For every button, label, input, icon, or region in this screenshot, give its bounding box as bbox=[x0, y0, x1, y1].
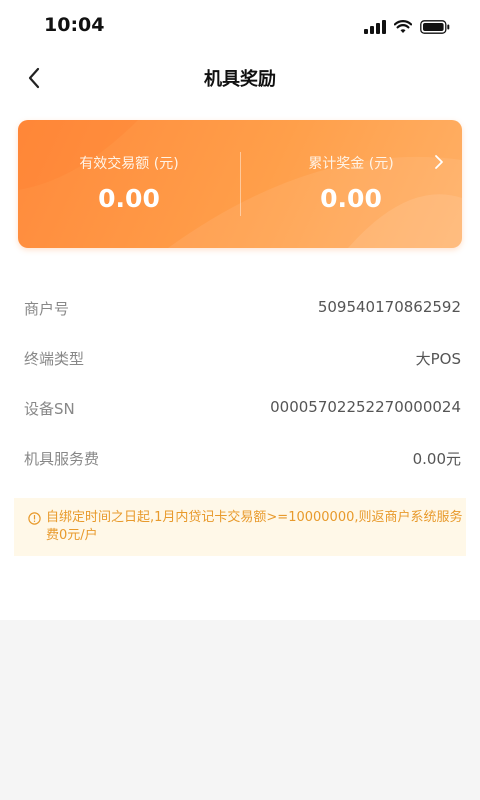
chevron-right-icon bbox=[435, 155, 443, 169]
valid-amount-block: 有效交易额 (元) 0.00 bbox=[18, 120, 240, 248]
info-row-service-fee: 机具服务费 0.00元 bbox=[0, 434, 480, 484]
info-circle-icon bbox=[28, 512, 41, 525]
status-time: 10:04 bbox=[44, 14, 105, 36]
info-row-terminal-type: 终端类型 大POS bbox=[0, 334, 480, 384]
main-content: 有效交易额 (元) 0.00 累计奖金 (元) 0.00 商户号 5095401… bbox=[0, 102, 480, 620]
info-value: 00005702252270000024 bbox=[270, 398, 461, 416]
info-label: 商户号 bbox=[24, 300, 70, 318]
page-title: 机具奖励 bbox=[204, 69, 276, 90]
info-value: 0.00元 bbox=[412, 450, 461, 468]
info-value: 大POS bbox=[415, 350, 461, 368]
status-bar: 10:04 bbox=[0, 0, 480, 54]
info-row-merchant-no: 商户号 509540170862592 bbox=[0, 284, 480, 334]
total-reward-value: 0.00 bbox=[320, 184, 382, 213]
valid-amount-value: 0.00 bbox=[98, 184, 160, 213]
info-label: 终端类型 bbox=[24, 350, 85, 368]
device-info-list: 商户号 509540170862592 终端类型 大POS 设备SN 00005… bbox=[0, 284, 480, 484]
info-label: 机具服务费 bbox=[24, 450, 100, 468]
info-value: 509540170862592 bbox=[317, 298, 461, 316]
info-label: 设备SN bbox=[24, 400, 75, 418]
notice-banner: 自绑定时间之日起,1月内贷记卡交易额>=10000000,则返商户系统服务费0元… bbox=[14, 498, 466, 556]
notice-text: 自绑定时间之日起,1月内贷记卡交易额>=10000000,则返商户系统服务费0元… bbox=[46, 510, 463, 543]
status-icons bbox=[364, 17, 450, 37]
signal-icon bbox=[364, 20, 386, 34]
nav-bar: 机具奖励 bbox=[0, 54, 480, 102]
info-row-device-sn: 设备SN 00005702252270000024 bbox=[0, 384, 480, 434]
total-reward-block[interactable]: 累计奖金 (元) 0.00 bbox=[240, 120, 462, 248]
total-reward-label: 累计奖金 (元) bbox=[308, 156, 394, 172]
wifi-icon bbox=[394, 20, 412, 33]
reward-summary-card: 有效交易额 (元) 0.00 累计奖金 (元) 0.00 bbox=[18, 120, 462, 248]
battery-icon bbox=[420, 20, 450, 34]
valid-amount-label: 有效交易额 (元) bbox=[79, 156, 179, 172]
